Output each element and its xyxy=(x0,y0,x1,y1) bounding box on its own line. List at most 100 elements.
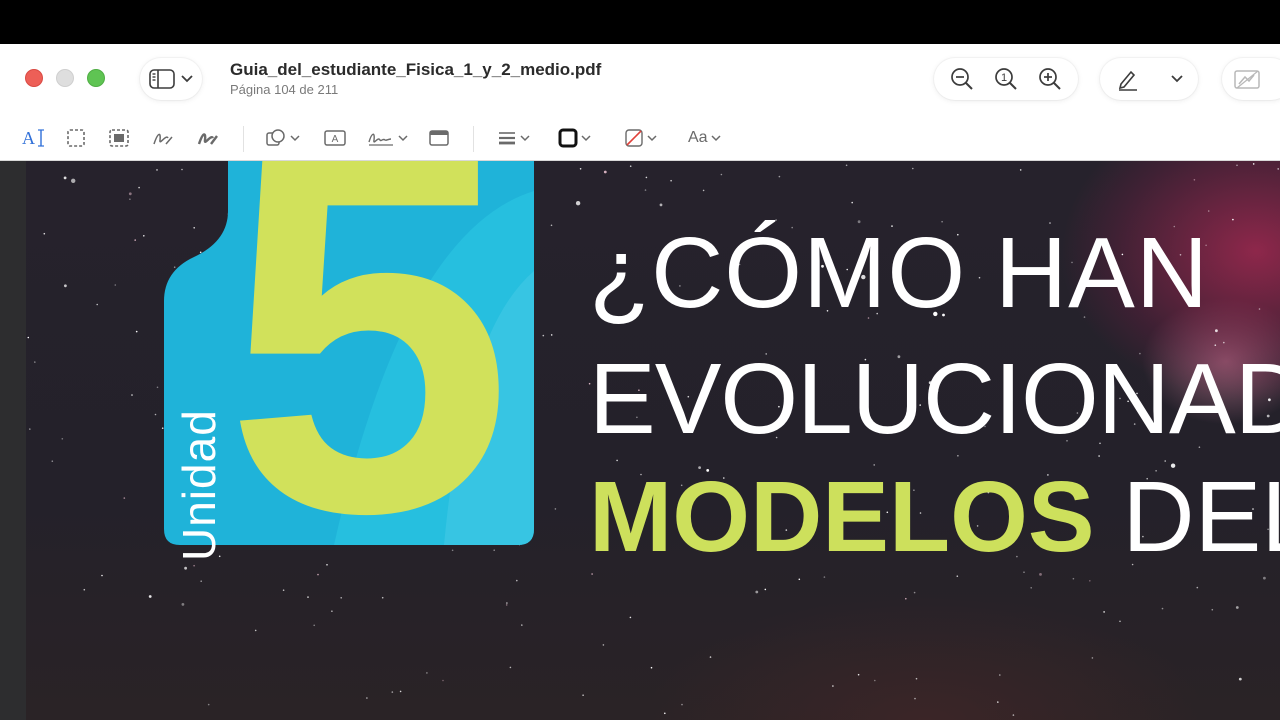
star xyxy=(629,616,632,619)
star xyxy=(1193,179,1196,181)
star xyxy=(1238,677,1242,681)
sketch-icon xyxy=(153,133,173,145)
star xyxy=(1252,163,1255,165)
star xyxy=(575,201,581,206)
star xyxy=(442,679,444,682)
star xyxy=(709,656,712,658)
star xyxy=(603,170,607,174)
star xyxy=(1030,587,1032,589)
chevron-down-icon xyxy=(181,75,193,83)
star xyxy=(798,578,801,581)
headline-line-3-rest: DEL U xyxy=(1122,461,1280,573)
document-view[interactable]: 5 Unidad ¿CÓMO HAN EVOLUCIONADO MODELOS … xyxy=(0,161,1280,720)
star xyxy=(1207,210,1210,212)
pen-icon xyxy=(1118,70,1137,91)
star xyxy=(63,176,67,180)
font-label: Aa xyxy=(688,129,708,146)
sidebar-toggle-button[interactable] xyxy=(140,58,202,100)
star xyxy=(1089,580,1091,582)
star xyxy=(138,186,140,189)
star xyxy=(912,167,914,170)
star xyxy=(505,604,508,606)
star xyxy=(181,603,185,606)
star xyxy=(579,168,582,170)
star xyxy=(123,497,126,499)
dashed-rectangle-icon xyxy=(67,129,85,147)
star xyxy=(645,176,648,179)
star xyxy=(101,574,103,577)
star xyxy=(913,591,916,594)
star xyxy=(644,189,647,191)
border-color-tool[interactable] xyxy=(558,126,591,150)
border-color-icon xyxy=(558,128,578,148)
shapes-tool[interactable] xyxy=(265,126,300,150)
redact-icon xyxy=(109,129,129,147)
preview-window: Guia_del_estudiante_Fisica_1_y_2_medio.p… xyxy=(0,44,1280,720)
zoom-out-button[interactable] xyxy=(950,67,974,91)
star xyxy=(1236,164,1238,167)
star xyxy=(755,590,759,594)
star xyxy=(664,712,666,715)
star xyxy=(823,576,826,578)
headline-highlight: MODELOS xyxy=(589,461,1095,573)
star xyxy=(845,164,848,167)
star xyxy=(1012,714,1015,716)
note-tool[interactable] xyxy=(428,126,450,150)
star xyxy=(200,580,202,582)
line-style-icon xyxy=(499,132,515,145)
text-selection-tool[interactable]: A xyxy=(22,126,44,150)
star xyxy=(29,428,31,430)
unit-number: 5 xyxy=(224,161,513,621)
sketch-tool[interactable] xyxy=(152,126,174,150)
document-title[interactable]: Guia_del_estudiante_Fisica_1_y_2_medio.p… xyxy=(230,60,601,80)
maximize-window-button[interactable] xyxy=(87,69,105,87)
star xyxy=(96,303,98,306)
star xyxy=(1072,577,1075,580)
text-box-tool[interactable]: A xyxy=(323,126,347,150)
rectangular-selection-tool[interactable] xyxy=(66,126,86,150)
star xyxy=(129,198,131,200)
photo-edit-icon xyxy=(1234,70,1260,89)
chevron-down-icon xyxy=(290,134,300,141)
markup-button[interactable] xyxy=(1116,67,1140,91)
star xyxy=(778,175,781,178)
star xyxy=(426,672,428,674)
star xyxy=(957,455,959,457)
star xyxy=(143,235,145,237)
close-window-button[interactable] xyxy=(25,69,43,87)
zoom-in-button[interactable] xyxy=(1038,67,1062,91)
markup-menu-button[interactable] xyxy=(1170,75,1183,83)
star xyxy=(391,691,394,693)
fill-color-tool[interactable] xyxy=(624,126,657,150)
zoom-in-icon xyxy=(1039,68,1061,90)
star xyxy=(905,597,907,600)
line-style-tool[interactable] xyxy=(497,126,530,150)
star xyxy=(702,189,705,192)
star xyxy=(51,460,54,463)
star xyxy=(131,394,133,396)
draw-tool[interactable] xyxy=(197,126,219,150)
star xyxy=(764,588,767,591)
redact-tool[interactable] xyxy=(108,126,130,150)
chevron-down-icon xyxy=(711,134,721,141)
star xyxy=(506,602,508,604)
star xyxy=(27,336,30,339)
text-style-tool[interactable]: Aa xyxy=(688,126,721,150)
no-fill-icon xyxy=(625,129,643,147)
star xyxy=(399,690,402,693)
actual-size-button[interactable]: 1 xyxy=(994,67,1018,91)
star xyxy=(516,579,518,582)
star xyxy=(591,573,593,575)
star xyxy=(670,179,672,182)
toolbar-divider xyxy=(243,126,244,152)
star xyxy=(659,203,663,207)
star xyxy=(156,169,158,171)
star xyxy=(915,677,918,680)
star xyxy=(521,624,523,626)
signature-tool[interactable] xyxy=(367,126,408,150)
rotate-or-share-button[interactable] xyxy=(1222,58,1280,100)
star xyxy=(114,284,117,286)
actual-size-icon: 1 xyxy=(995,68,1017,90)
star xyxy=(1091,657,1094,659)
minimize-window-button[interactable] xyxy=(56,69,74,87)
